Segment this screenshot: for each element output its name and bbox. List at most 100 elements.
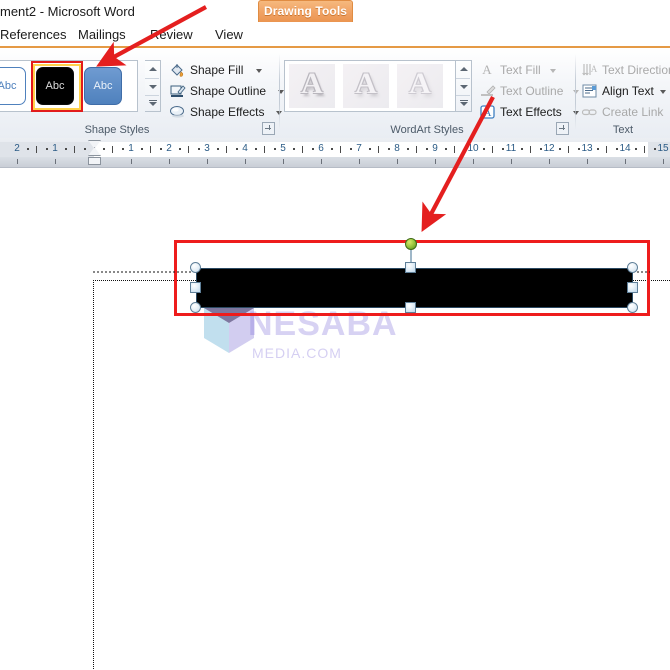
svg-text:A: A bbox=[591, 64, 598, 74]
gallery-scroll-up-button[interactable] bbox=[145, 61, 159, 77]
ruler-number: 4 bbox=[242, 143, 248, 154]
wordart-scroll-down-button[interactable] bbox=[456, 78, 470, 95]
ruler-dot bbox=[273, 148, 276, 150]
wordart-style-letter: A bbox=[409, 67, 431, 100]
ruler-tick bbox=[74, 146, 75, 153]
ruler-dot bbox=[292, 148, 295, 150]
ruler-dot bbox=[596, 148, 599, 150]
group-title-text: Text bbox=[612, 124, 634, 136]
ruler-tab-stop bbox=[625, 159, 626, 164]
resize-handle-middle-right[interactable] bbox=[627, 282, 638, 293]
group-separator-1 bbox=[279, 54, 280, 130]
chevron-down-icon[interactable] bbox=[573, 111, 579, 115]
group-title-wordart-styles: WordArt Styles bbox=[390, 124, 464, 136]
chevron-down-icon[interactable] bbox=[573, 90, 579, 94]
wordart-style-item-3[interactable]: A bbox=[397, 64, 443, 108]
tab-view[interactable]: View bbox=[215, 27, 243, 42]
tab-references[interactable]: References bbox=[0, 27, 66, 42]
wordart-scroll-up-button[interactable] bbox=[456, 61, 470, 77]
ruler-dot bbox=[653, 148, 656, 150]
text-fill-icon: A bbox=[479, 62, 496, 78]
ruler-dot bbox=[463, 148, 466, 150]
gallery-more-button[interactable] bbox=[145, 95, 159, 112]
chevron-down-icon[interactable] bbox=[550, 69, 556, 73]
wordart-style-letter: A bbox=[355, 67, 377, 100]
wordart-more-button[interactable] bbox=[456, 95, 470, 112]
ruler-tab-stop bbox=[473, 159, 474, 164]
rotation-handle[interactable] bbox=[405, 238, 417, 250]
shape-styles-dialog-launcher[interactable] bbox=[262, 122, 275, 135]
shape-style-item-1[interactable]: Abc bbox=[0, 65, 29, 107]
command-shape-fill[interactable]: Shape Fill bbox=[168, 60, 278, 80]
left-indent-marker[interactable] bbox=[88, 157, 101, 165]
ruler-tab-stop bbox=[587, 159, 588, 164]
chevron-down-icon[interactable] bbox=[256, 69, 262, 73]
document-canvas[interactable]: NESABA MEDIA.COM bbox=[0, 168, 670, 670]
ruler-tick bbox=[150, 146, 151, 153]
ruler-number: 15 bbox=[657, 143, 669, 154]
ruler-dot bbox=[482, 148, 485, 150]
ruler-dot bbox=[235, 148, 238, 150]
ruler-dot bbox=[45, 148, 48, 150]
ruler-dot bbox=[330, 148, 333, 150]
ruler-tick bbox=[530, 146, 531, 153]
ruler-dot bbox=[216, 148, 219, 150]
ruler-dot bbox=[406, 148, 409, 150]
ruler-tab-stop bbox=[435, 159, 436, 164]
command-text-effects[interactable]: A Text Effects bbox=[478, 102, 596, 122]
resize-handle-top-left[interactable] bbox=[190, 262, 201, 273]
chevron-down-icon[interactable] bbox=[660, 90, 666, 94]
create-link-label: Create Link bbox=[602, 105, 664, 119]
ruler-number: 6 bbox=[318, 143, 324, 154]
tab-mailings[interactable]: Mailings bbox=[78, 27, 126, 42]
resize-handle-bottom-middle[interactable] bbox=[405, 302, 416, 313]
ruler-band bbox=[0, 142, 670, 157]
command-text-fill[interactable]: A Text Fill bbox=[478, 60, 572, 80]
ruler-dot bbox=[178, 148, 181, 150]
resize-handle-bottom-right[interactable] bbox=[627, 302, 638, 313]
horizontal-ruler[interactable]: 2 1 1 2 3 4 5 6 7 8 9 10 11 12 13 14 15 bbox=[0, 138, 670, 168]
command-create-link[interactable]: Create Link bbox=[580, 102, 670, 122]
wordart-dialog-launcher[interactable] bbox=[556, 122, 569, 135]
shape-style-swatch-label: Abc bbox=[93, 80, 113, 92]
ruler-tick bbox=[568, 146, 569, 153]
ruler-tab-stop bbox=[397, 159, 398, 164]
ruler-tick bbox=[606, 146, 607, 153]
text-effects-label: Text Effects bbox=[500, 105, 562, 119]
resize-handle-top-middle[interactable] bbox=[405, 262, 416, 273]
wordart-styles-gallery[interactable]: A A A bbox=[284, 60, 456, 112]
wordart-style-item-1[interactable]: A bbox=[289, 64, 335, 108]
ruler-number: 1 bbox=[128, 143, 134, 154]
ruler-tick bbox=[416, 146, 417, 153]
shape-style-highlight-box bbox=[31, 61, 83, 112]
group-title-shape-styles: Shape Styles bbox=[84, 124, 150, 136]
ruler-dot bbox=[64, 148, 67, 150]
command-text-direction[interactable]: A Text Direction bbox=[580, 60, 670, 80]
text-outline-icon bbox=[479, 83, 496, 99]
title-bar: ment2 - Microsoft Word Drawing Tools bbox=[0, 0, 670, 26]
ruler-number: 11 bbox=[505, 143, 517, 154]
ruler-dot bbox=[26, 148, 29, 150]
align-text-label: Align Text bbox=[602, 84, 654, 98]
shape-style-item-3[interactable]: Abc bbox=[81, 65, 125, 107]
ruler-tab-stop bbox=[549, 159, 550, 164]
resize-handle-middle-left[interactable] bbox=[190, 282, 201, 293]
wordart-style-item-2[interactable]: A bbox=[343, 64, 389, 108]
command-shape-outline[interactable]: Shape Outline bbox=[168, 81, 300, 101]
gallery-scroll-down-button[interactable] bbox=[145, 78, 159, 95]
wordart-scroll-spinner[interactable] bbox=[456, 60, 472, 112]
contextual-tab-drawing-tools[interactable]: Drawing Tools bbox=[258, 0, 353, 22]
ruler-tab-stop bbox=[245, 159, 246, 164]
ruler-tick bbox=[188, 146, 189, 153]
shape-styles-scroll-spinner[interactable] bbox=[145, 60, 161, 112]
ruler-dot bbox=[140, 148, 143, 150]
ruler-number: 12 bbox=[543, 143, 555, 154]
tab-review[interactable]: Review bbox=[150, 27, 193, 42]
ruler-dot bbox=[577, 148, 580, 150]
command-text-outline[interactable]: Text Outline bbox=[478, 81, 596, 101]
ruler-dot bbox=[387, 148, 390, 150]
ruler-number: 8 bbox=[394, 143, 400, 154]
resize-handle-top-right[interactable] bbox=[627, 262, 638, 273]
resize-handle-bottom-left[interactable] bbox=[190, 302, 201, 313]
command-align-text[interactable]: Align Text bbox=[580, 81, 670, 101]
